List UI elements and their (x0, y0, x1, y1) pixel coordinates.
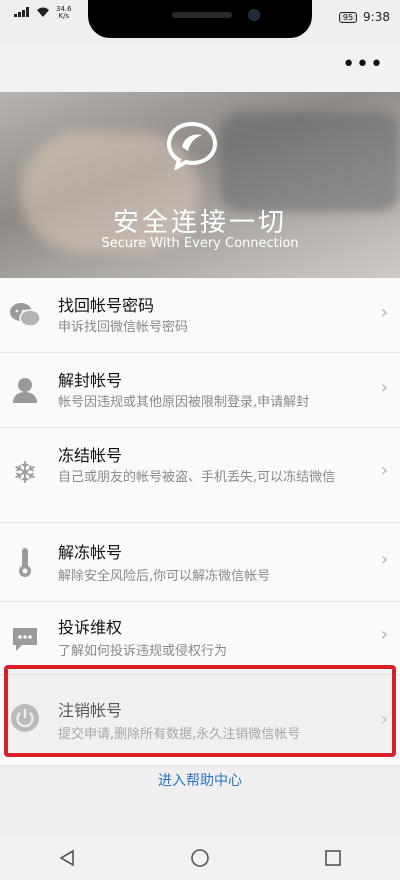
network-speed: 34.6 K/s (56, 6, 72, 20)
battery-icon: 95 (338, 11, 358, 23)
chevron-right-icon: › (380, 549, 388, 570)
hero-title: 安全连接一切 (112, 208, 287, 238)
hero-banner: 安全连接一切 Secure With Every Connection (0, 92, 400, 278)
help-center-link[interactable]: 进入帮助中心 (0, 770, 400, 790)
list-item-freeze-account[interactable]: ❄ 冻结帐号 自己或朋友的帐号被盗、手机丢失,可以冻结微信 › (0, 428, 400, 523)
signal-icon (14, 6, 30, 20)
chevron-right-icon: › (380, 624, 388, 645)
chevron-right-icon: › (380, 377, 388, 398)
item-desc-recover-password: 申诉找回微信帐号密码 (58, 320, 189, 335)
list-item-unblock-account[interactable]: 解封帐号 帐号因违规或其他原因被限制登录,申请解封 › (0, 353, 400, 428)
item-label-unblock-account: 解封帐号 (58, 371, 123, 390)
highlight-box (4, 665, 396, 757)
clock: 9:38 (363, 10, 390, 24)
item-desc-complaint: 了解如何投诉违规或侵权行为 (58, 644, 228, 659)
complaint-bubble-icon (8, 622, 42, 656)
snowflake-icon: ❄ (12, 455, 38, 491)
front-camera (248, 9, 260, 21)
item-label-unfreeze-account: 解冻帐号 (58, 543, 123, 562)
more-options-icon[interactable]: ••• (342, 52, 384, 77)
hero-subtitle: Secure With Every Connection (101, 236, 299, 251)
chevron-right-icon: › (380, 460, 388, 481)
speaker-grille (172, 12, 232, 18)
recent-apps-icon[interactable] (313, 843, 353, 873)
top-bar: ••• (0, 44, 400, 92)
chat-bubbles-icon (8, 298, 42, 332)
item-label-complaint: 投诉维权 (58, 618, 123, 637)
item-desc-freeze-account: 自己或朋友的帐号被盗、手机丢失,可以冻结微信 (58, 470, 336, 485)
speed-unit: K/s (58, 12, 70, 20)
thermometer-icon (8, 545, 42, 579)
list-item-recover-password[interactable]: 找回帐号密码 申诉找回微信帐号密码 › (0, 278, 400, 353)
phone-screen: 34.6 K/s 95 9:38 ••• 安全连接一切 Secure With … (0, 0, 400, 880)
item-label-freeze-account: 冻结帐号 (58, 446, 123, 465)
item-desc-unfreeze-account: 解除安全风险后,你可以解冻微信帐号 (58, 569, 271, 584)
home-icon[interactable] (180, 843, 220, 873)
back-icon[interactable] (47, 843, 87, 873)
camera-notch (88, 0, 312, 38)
list-item-unfreeze-account[interactable]: 解冻帐号 解除安全风险后,你可以解冻微信帐号 › (0, 523, 400, 602)
item-label-recover-password: 找回帐号密码 (58, 296, 155, 315)
person-icon (8, 373, 42, 407)
wifi-icon (36, 7, 50, 20)
item-desc-unblock-account: 帐号因违规或其他原因被限制登录,申请解封 (58, 395, 310, 410)
hero-background-laptop (220, 112, 400, 212)
system-navigation-bar (0, 836, 400, 880)
security-logo-icon (166, 121, 218, 170)
chevron-right-icon: › (380, 302, 388, 323)
